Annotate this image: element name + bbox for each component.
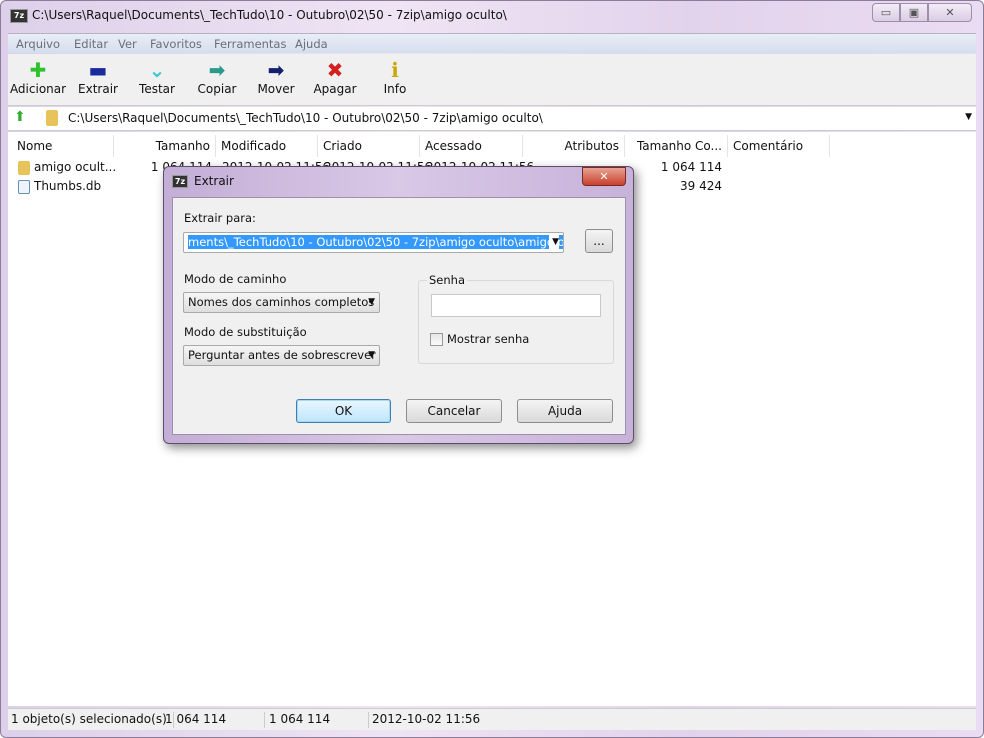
dialog-close-button[interactable]: ✕ [582, 167, 626, 186]
cancel-button[interactable]: Cancelar [406, 399, 502, 423]
show-password-checkbox[interactable] [430, 333, 443, 346]
help-button[interactable]: Ajuda [517, 399, 613, 423]
menu-bar: Arquivo Editar Ver Favoritos Ferramentas… [8, 33, 976, 53]
folder-icon [46, 110, 58, 126]
move-arrow-icon: ➡ [267, 58, 285, 82]
move-label: Mover [257, 82, 295, 96]
status-bar: 1 objeto(s) selecionado(s) 1 064 114 1 0… [8, 708, 976, 730]
overwrite-mode-label: Modo de substituição [184, 325, 307, 339]
menu-ajuda[interactable]: Ajuda [295, 37, 328, 51]
col-header-created[interactable]: Criado [318, 135, 420, 157]
password-input[interactable] [431, 294, 601, 317]
close-button[interactable]: ✕ [928, 3, 972, 22]
extract-button[interactable]: ▬ Extrair [68, 58, 128, 96]
minus-icon: ▬ [88, 58, 108, 82]
extract-to-combo[interactable]: ments\_TechTudo\10 - Outubro\02\50 - 7zi… [183, 232, 564, 253]
status-packed-size: 1 064 114 [269, 712, 369, 728]
menu-ver[interactable]: Ver [118, 37, 137, 51]
delete-label: Apagar [313, 82, 357, 96]
path-mode-value: Nomes dos caminhos completos [188, 295, 375, 309]
overwrite-mode-value: Perguntar antes de sobrescrever [188, 348, 376, 362]
password-group [418, 280, 614, 364]
col-header-attributes[interactable]: Atributos [523, 135, 625, 157]
row-packed-size: 39 424 [680, 179, 722, 193]
folder-icon [18, 161, 30, 175]
copy-arrow-icon: ➡ [208, 58, 226, 82]
status-date: 2012-10-02 11:56 [372, 712, 481, 726]
address-bar[interactable]: ⬆ C:\Users\Raquel\Documents\_TechTudo\10… [8, 107, 976, 131]
show-password-label[interactable]: Mostrar senha [447, 332, 529, 346]
chevron-down-icon[interactable]: ▼ [368, 293, 375, 312]
menu-ferramentas[interactable]: Ferramentas [214, 37, 286, 51]
app-icon: 7z [10, 9, 28, 23]
toolbar: ✚ Adicionar ▬ Extrair ⌄ Testar ➡ Copiar ➡ Mov… [8, 54, 976, 106]
row-name: amigo ocult... [34, 160, 117, 174]
menu-arquivo[interactable]: Arquivo [16, 37, 60, 51]
add-label: Adicionar [9, 82, 67, 96]
check-chevron-icon: ⌄ [148, 58, 166, 82]
test-button[interactable]: ⌄ Testar [127, 58, 187, 96]
plus-icon: ✚ [29, 58, 47, 82]
copy-label: Copiar [197, 82, 237, 96]
delete-icon: ✖ [326, 58, 344, 82]
address-dropdown-icon[interactable]: ▼ [965, 112, 972, 122]
minimize-button[interactable]: ▭ [872, 3, 900, 22]
window-title: C:\Users\Raquel\Documents\_TechTudo\10 -… [32, 8, 507, 22]
menu-favoritos[interactable]: Favoritos [150, 37, 202, 51]
address-path[interactable]: C:\Users\Raquel\Documents\_TechTudo\10 -… [68, 111, 543, 125]
ok-button[interactable]: OK [296, 399, 391, 423]
extract-label: Extrair [78, 82, 118, 96]
info-button[interactable]: ℹ Info [365, 58, 425, 96]
path-mode-select[interactable]: Nomes dos caminhos completos ▼ [183, 292, 380, 313]
overwrite-mode-select[interactable]: Perguntar antes de sobrescrever ▼ [183, 345, 380, 366]
path-mode-label: Modo de caminho [184, 272, 287, 286]
status-selection: 1 objeto(s) selecionado(s) [11, 712, 174, 728]
dialog-app-icon: 7z [172, 175, 188, 188]
extract-to-label: Extrair para: [184, 211, 256, 225]
delete-button[interactable]: ✖ Apagar [305, 58, 365, 96]
extract-dialog: 7z Extrair ✕ Extrair para: ments\_TechTu… [163, 166, 634, 444]
info-label: Info [383, 82, 407, 96]
move-button[interactable]: ➡ Mover [246, 58, 306, 96]
browse-button[interactable]: ... [585, 229, 613, 253]
chevron-down-icon[interactable]: ▼ [549, 233, 559, 252]
col-header-packed-size[interactable]: Tamanho Co... [625, 135, 728, 157]
info-icon: ℹ [391, 58, 399, 82]
extract-to-value[interactable]: ments\_TechTudo\10 - Outubro\02\50 - 7zi… [188, 235, 563, 249]
copy-button[interactable]: ➡ Copiar [187, 58, 247, 96]
col-header-accessed[interactable]: Acessado [420, 135, 523, 157]
file-icon [18, 180, 30, 194]
col-header-comment[interactable]: Comentário [728, 135, 830, 157]
col-header-modified[interactable]: Modificado [216, 135, 318, 157]
maximize-button[interactable]: ▣ [900, 3, 928, 22]
row-name: Thumbs.db [34, 179, 102, 193]
row-packed-size: 1 064 114 [660, 160, 722, 174]
col-header-name[interactable]: Nome [12, 135, 114, 157]
chevron-down-icon[interactable]: ▼ [368, 346, 375, 365]
test-label: Testar [139, 82, 175, 96]
status-size: 1 064 114 [165, 712, 265, 728]
add-button[interactable]: ✚ Adicionar [8, 58, 68, 96]
up-folder-icon[interactable]: ⬆ [14, 109, 26, 125]
dialog-body: Extrair para: ments\_TechTudo\10 - Outub… [172, 197, 626, 435]
dialog-title: Extrair [194, 174, 234, 188]
menu-editar[interactable]: Editar [74, 37, 108, 51]
password-label: Senha [427, 273, 467, 287]
col-header-size[interactable]: Tamanho [114, 135, 216, 157]
